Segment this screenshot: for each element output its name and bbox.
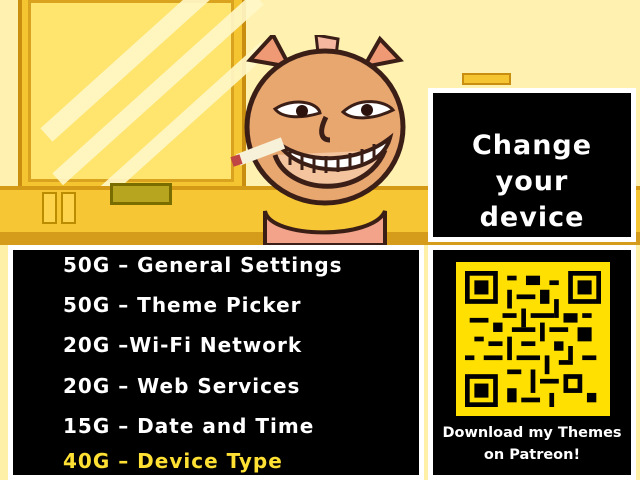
menu-item-general-settings[interactable]: 50G – General Settings xyxy=(63,253,343,277)
menu-item-theme-picker[interactable]: 50G – Theme Picker xyxy=(63,293,302,317)
mirror-glass xyxy=(28,0,271,227)
promo-line-1: Download my Themes xyxy=(442,425,622,441)
grinning-cat-character xyxy=(230,35,406,245)
title-line-2: device xyxy=(479,202,585,233)
qr-code-icon[interactable] xyxy=(456,262,610,416)
menu-item-date-and-time[interactable]: 15G – Date and Time xyxy=(63,414,314,438)
patreon-promo-panel: Download my Themes on Patreon! xyxy=(428,245,636,480)
bottle-icon xyxy=(42,192,57,224)
mirror-base xyxy=(110,183,172,205)
menu-item-wifi-network[interactable]: 20G –Wi-Fi Network xyxy=(63,333,302,357)
title-panel: Change your device xyxy=(428,88,636,242)
patreon-download-text: Download my Themes on Patreon! xyxy=(437,422,627,466)
device-menu: 50G – General Settings 50G – Theme Picke… xyxy=(8,245,424,480)
title-line-1: Change your xyxy=(471,130,593,197)
promo-line-2: on Patreon! xyxy=(483,447,581,463)
page-title: Change your device xyxy=(441,128,623,236)
bottle-icon xyxy=(61,192,76,224)
menu-item-web-services[interactable]: 20G – Web Services xyxy=(63,374,300,398)
wall-shelf xyxy=(462,73,511,85)
menu-item-device-type[interactable]: 40G – Device Type xyxy=(63,449,283,473)
